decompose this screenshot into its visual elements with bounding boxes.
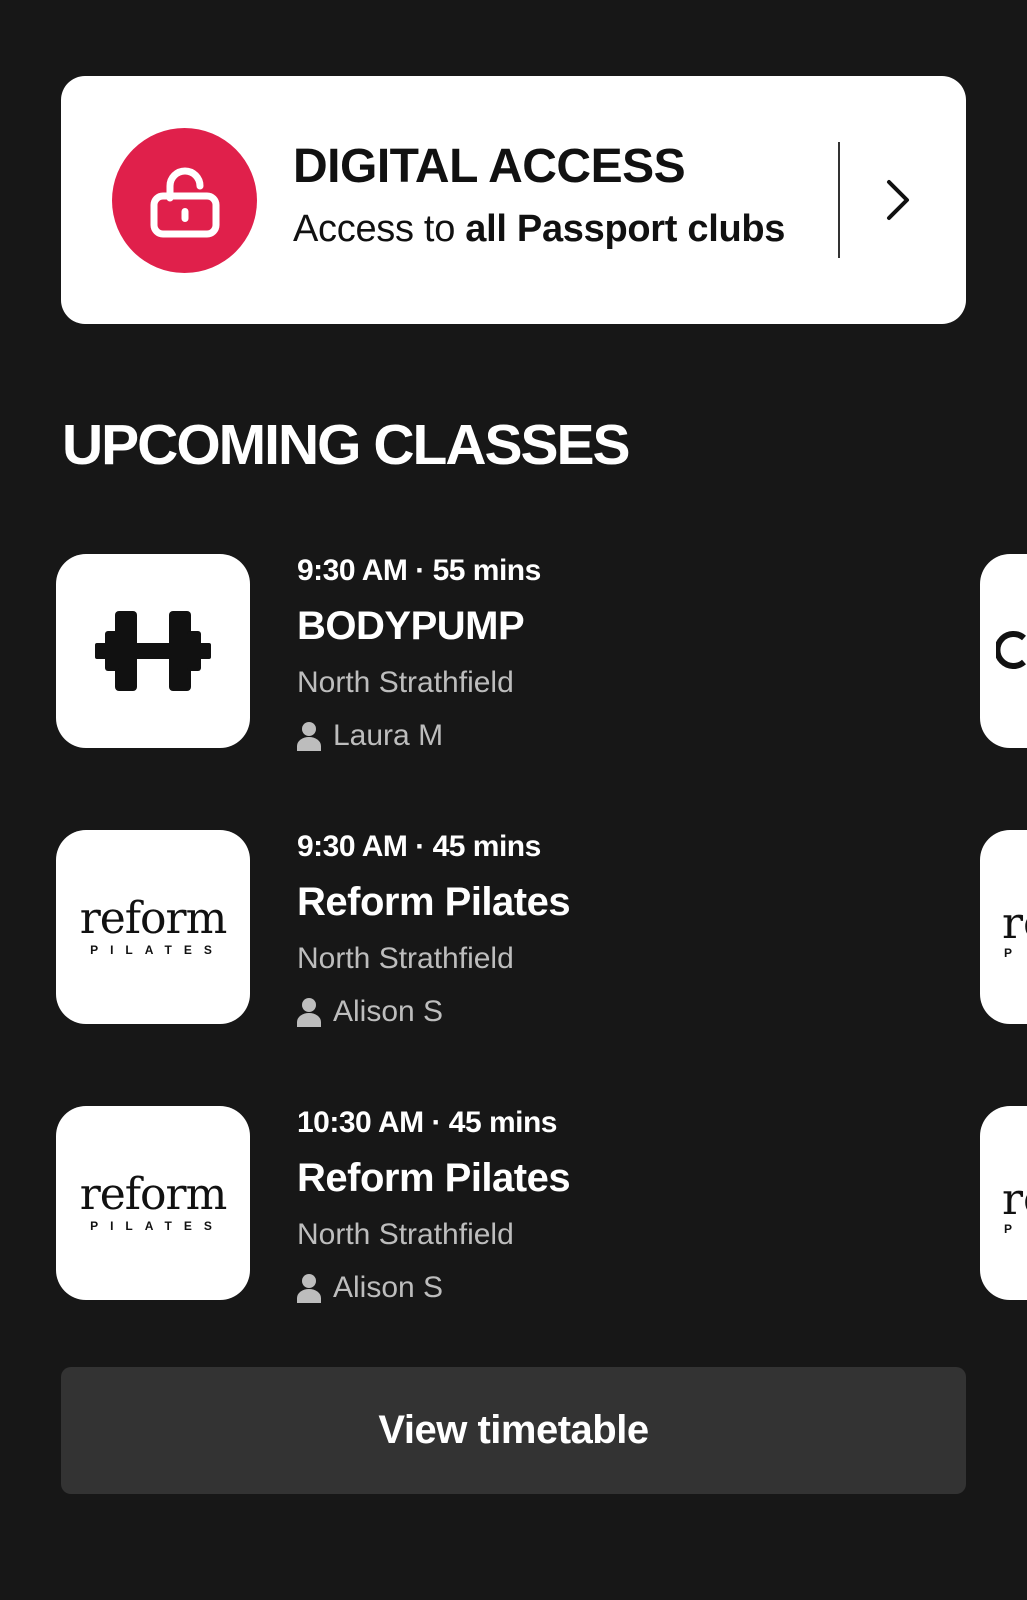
person-icon (297, 1274, 321, 1303)
person-icon (297, 998, 321, 1027)
upcoming-classes-title: UPCOMING CLASSES (62, 413, 631, 477)
class-card[interactable]: 9:30 AM · 55 mins BODYPUMP North Strathf… (0, 554, 1027, 752)
class-time: 9:30 AM · 55 mins (297, 554, 541, 587)
class-name: Reform Pilates (297, 1156, 571, 1200)
partial-icon (996, 631, 1026, 669)
unlocked-padlock-icon (150, 167, 219, 237)
reform-pilates-logo: reform PILATES (79, 893, 228, 958)
card-divider (838, 142, 840, 258)
class-time: 10:30 AM · 45 mins (297, 1106, 558, 1139)
class-club: North Strathfield (297, 666, 514, 699)
class-club: North Strathfield (297, 942, 514, 975)
instructor-name: Laura M (333, 719, 444, 752)
screen: DIGITAL ACCESS Access to all Passport cl… (0, 0, 1027, 1600)
class-card[interactable]: reform PILATES 10:30 AM · 45 mins Reform… (0, 1106, 1027, 1304)
logo-sub: PILATES (90, 1219, 224, 1233)
class-instructor: Alison S (297, 1268, 443, 1308)
class-thumbnail: reform PILATES (56, 1106, 250, 1300)
lock-badge (112, 128, 257, 273)
class-club: North Strathfield (297, 1218, 514, 1251)
subtitle-bold: all Passport clubs (465, 208, 786, 250)
logo-sub: PILATES (90, 943, 224, 957)
class-thumbnail (56, 554, 250, 748)
next-class-thumbnail-peek[interactable]: re P (980, 1106, 1027, 1300)
class-instructor: Laura M (297, 716, 443, 756)
next-class-thumbnail-peek[interactable] (980, 554, 1027, 748)
class-thumbnail: reform PILATES (56, 830, 250, 1024)
class-name: BODYPUMP (297, 604, 525, 648)
peek-logo-text: re (1002, 1174, 1027, 1225)
dumbbell-icon (95, 611, 211, 691)
view-timetable-button[interactable]: View timetable (61, 1367, 966, 1494)
class-name: Reform Pilates (297, 880, 571, 924)
instructor-name: Alison S (333, 1271, 444, 1304)
next-class-thumbnail-peek[interactable]: re P (980, 830, 1027, 1024)
class-instructor: Alison S (297, 992, 443, 1032)
peek-logo-sub: P (1004, 946, 1013, 960)
instructor-name: Alison S (333, 995, 444, 1028)
logo-word: reform (79, 1169, 228, 1220)
logo-word: reform (79, 893, 228, 944)
class-time: 9:30 AM · 45 mins (297, 830, 541, 863)
digital-access-card[interactable]: DIGITAL ACCESS Access to all Passport cl… (61, 76, 966, 324)
peek-logo-text: re (1002, 898, 1027, 949)
chevron-right-icon[interactable] (877, 176, 917, 224)
digital-access-title: DIGITAL ACCESS (293, 140, 686, 193)
subtitle-prefix: Access to (293, 208, 466, 250)
digital-access-subtitle: Access to all Passport clubs (293, 208, 785, 251)
reform-pilates-logo: reform PILATES (79, 1169, 228, 1234)
person-icon (297, 722, 321, 751)
class-card[interactable]: reform PILATES 9:30 AM · 45 mins Reform … (0, 830, 1027, 1028)
peek-logo-sub: P (1004, 1222, 1013, 1236)
